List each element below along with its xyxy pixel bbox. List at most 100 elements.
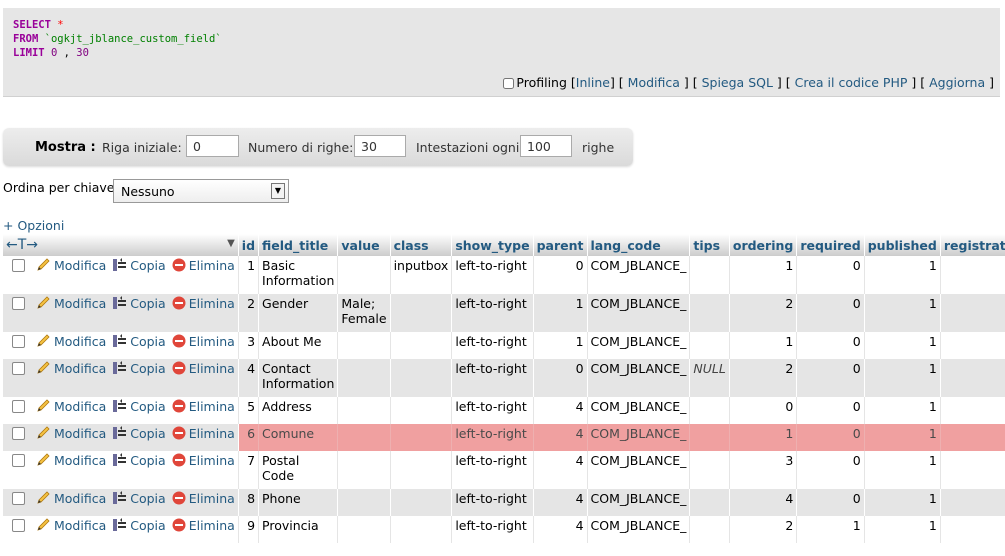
cell-class — [390, 397, 453, 424]
cell-tips — [689, 256, 730, 294]
delete-link[interactable]: Elimina — [189, 453, 235, 468]
row-actions: Modifica Copia Elimina — [3, 516, 239, 543]
row-checkbox[interactable] — [12, 335, 25, 348]
cell-published: 1 — [864, 516, 941, 543]
explain-sql-link[interactable]: Spiega SQL — [702, 75, 773, 90]
cell-tips — [689, 332, 730, 359]
delete-link[interactable]: Elimina — [189, 491, 235, 506]
sql-limit-count: 30 — [76, 47, 89, 59]
row-checkbox[interactable] — [12, 259, 25, 272]
row-checkbox[interactable] — [12, 454, 25, 467]
row-checkbox[interactable] — [12, 492, 25, 505]
cell-id: 2 — [238, 294, 260, 332]
header-dropdown-arrow-icon[interactable]: ▼ — [227, 238, 235, 249]
cell-class — [390, 424, 453, 451]
delete-link[interactable]: Elimina — [189, 518, 235, 533]
copy-link[interactable]: Copia — [130, 491, 165, 506]
cell-registration: 1 — [940, 256, 1005, 294]
edit-link[interactable]: Modifica — [54, 334, 106, 349]
cell-required: 0 — [796, 294, 865, 332]
column-header-lang-code[interactable]: lang_code — [587, 234, 691, 256]
delete-link[interactable]: Elimina — [189, 296, 235, 311]
column-header-registration[interactable]: registration — [940, 234, 1005, 256]
edit-link[interactable]: Modifica — [54, 453, 106, 468]
cell-show-type: left-to-right — [451, 489, 534, 516]
column-header-field-title[interactable]: field_title — [258, 234, 339, 256]
cell-class — [390, 332, 453, 359]
delete-link[interactable]: Elimina — [189, 258, 235, 273]
column-header-id[interactable]: id — [238, 234, 260, 256]
cell-registration: 1 — [940, 516, 1005, 543]
row-checkbox[interactable] — [12, 362, 25, 375]
cell-field-title: About Me — [258, 332, 339, 359]
column-header-parent[interactable]: parent — [533, 234, 588, 256]
edit-link[interactable]: Modifica — [54, 518, 106, 533]
sql-query-box: SELECT * FROM `ogkjt_jblance_custom_fiel… — [3, 8, 1000, 97]
row-checkbox[interactable] — [12, 519, 25, 532]
create-php-link[interactable]: Crea il codice PHP — [795, 75, 908, 90]
edit-link[interactable]: Modifica — [54, 258, 106, 273]
column-header-class[interactable]: class — [390, 234, 453, 256]
row-checkbox[interactable] — [12, 297, 25, 310]
cell-id: 1 — [238, 256, 260, 294]
copy-link[interactable]: Copia — [130, 258, 165, 273]
sort-by-key-label: Ordina per chiave: — [3, 180, 119, 195]
cell-value — [337, 397, 391, 424]
delete-link[interactable]: Elimina — [189, 361, 235, 376]
delete-link[interactable]: Elimina — [189, 334, 235, 349]
cell-lang-code: COM_JBLANCE_ — [587, 397, 691, 424]
num-rows-label: Numero di righe: — [248, 140, 354, 155]
row-checkbox[interactable] — [12, 400, 25, 413]
edit-link[interactable]: Modifica — [54, 296, 106, 311]
pencil-icon — [37, 453, 50, 466]
cell-parent: 4 — [533, 489, 588, 516]
edit-link[interactable]: Modifica — [54, 361, 106, 376]
column-header-show-type[interactable]: show_type — [451, 234, 534, 256]
copy-link[interactable]: Copia — [130, 426, 165, 441]
cell-field-title: Address — [258, 397, 339, 424]
column-header-required[interactable]: required — [796, 234, 865, 256]
cell-parent: 4 — [533, 516, 588, 543]
cell-lang-code: COM_JBLANCE_ — [587, 424, 691, 451]
cell-value: Male; Female — [337, 294, 391, 332]
row-actions: Modifica Copia Elimina — [3, 332, 239, 359]
edit-link[interactable]: Modifica — [54, 491, 106, 506]
copy-link[interactable]: Copia — [130, 334, 165, 349]
cell-required: 1 — [796, 516, 865, 543]
row-actions: Modifica Copia Elimina — [3, 359, 239, 397]
start-row-input[interactable]: 0 — [186, 135, 239, 157]
column-move-arrows-icon[interactable]: ←T→ — [6, 237, 38, 253]
cell-published: 1 — [864, 359, 941, 397]
profiling-checkbox[interactable] — [503, 78, 515, 89]
copy-link[interactable]: Copia — [130, 296, 165, 311]
copy-link[interactable]: Copia — [130, 518, 165, 533]
cell-parent: 0 — [533, 359, 588, 397]
delete-link[interactable]: Elimina — [189, 399, 235, 414]
edit-link[interactable]: Modifica — [54, 399, 106, 414]
cell-parent: 0 — [533, 256, 588, 294]
edit-sql-link[interactable]: Modifica — [628, 75, 680, 90]
cell-lang-code: COM_JBLANCE_ — [587, 332, 691, 359]
headers-every-input[interactable]: 100 — [520, 135, 572, 157]
cell-id: 8 — [238, 489, 260, 516]
column-header-tips[interactable]: tips — [689, 234, 730, 256]
column-header-published[interactable]: published — [864, 234, 941, 256]
inline-link[interactable]: Inline — [576, 75, 610, 90]
refresh-link[interactable]: Aggiorna — [929, 75, 985, 90]
sql-limit-keyword: LIMIT — [13, 47, 45, 59]
sort-by-key-select[interactable]: Nessuno ▼ — [113, 179, 289, 203]
delete-link[interactable]: Elimina — [189, 426, 235, 441]
copy-link[interactable]: Copia — [130, 453, 165, 468]
sql-query-code: SELECT * FROM `ogkjt_jblance_custom_fiel… — [13, 18, 222, 60]
num-rows-input[interactable]: 30 — [354, 135, 406, 157]
options-toggle-link[interactable]: + Opzioni — [3, 218, 64, 233]
row-checkbox[interactable] — [12, 427, 25, 440]
copy-link[interactable]: Copia — [130, 361, 165, 376]
column-header-value[interactable]: value — [337, 234, 391, 256]
delete-icon — [172, 518, 186, 532]
table-row: Modifica Copia Elimina 2 Gender Male; Fema… — [3, 294, 1005, 332]
cell-required: 0 — [796, 332, 865, 359]
column-header-ordering[interactable]: ordering — [729, 234, 798, 256]
copy-link[interactable]: Copia — [130, 399, 165, 414]
edit-link[interactable]: Modifica — [54, 426, 106, 441]
